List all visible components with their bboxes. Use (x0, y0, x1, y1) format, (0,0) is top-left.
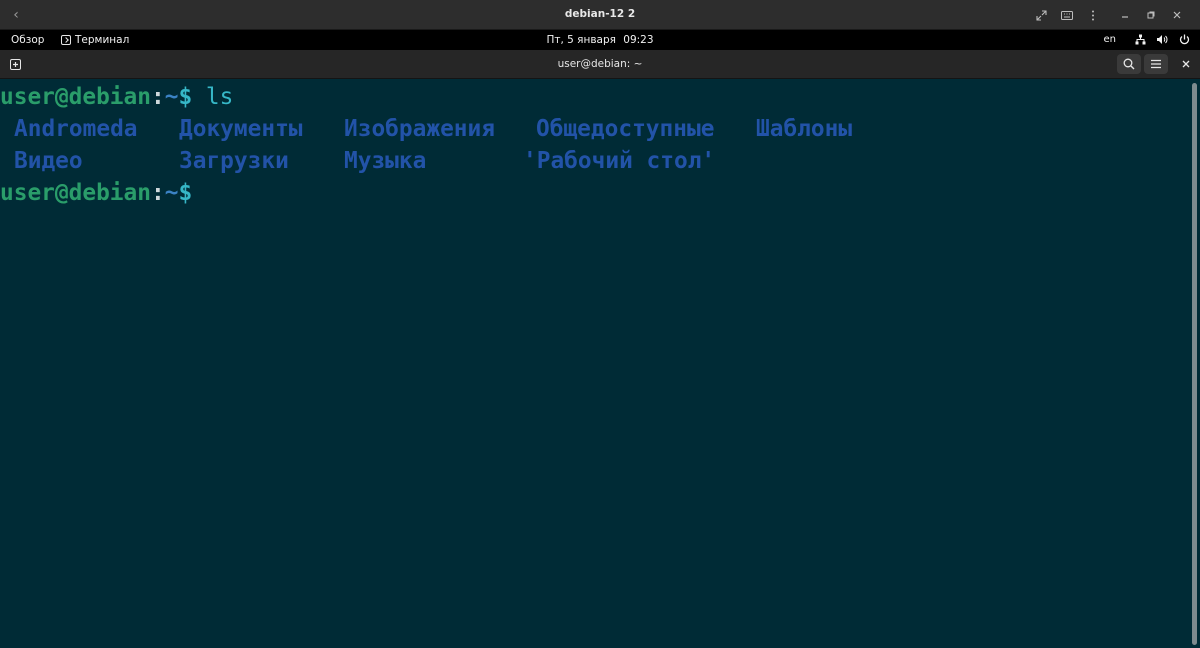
prompt-path: ~ (164, 180, 179, 206)
clock-time: 09:23 (623, 34, 654, 46)
directory-entry: Загрузки (179, 148, 289, 174)
vm-window-controls (1028, 5, 1190, 25)
search-button[interactable] (1117, 54, 1141, 74)
listing-row: Видео Загрузки Музыка 'Рабочий стол' (0, 146, 1200, 176)
prompt-user: user@debian (0, 84, 151, 110)
directory-entry: Изображения (344, 116, 495, 142)
vm-window-title: debian-12 2 (564, 8, 636, 20)
prompt-user: user@debian (0, 180, 151, 206)
listing-row: Andromeda Документы Изображения Общедост… (0, 114, 1200, 144)
directory-entry: 'Рабочий стол' (523, 148, 716, 174)
command-text: ls (192, 84, 234, 110)
prompt-colon: : (150, 180, 165, 206)
hamburger-menu-icon (1151, 59, 1161, 69)
system-tray[interactable]: en (1104, 33, 1191, 45)
directory-entry: Шаблоны (756, 116, 853, 142)
clock[interactable]: Пт, 5 января 09:23 (0, 34, 1200, 46)
network-icon (1134, 33, 1146, 45)
directory-entry: Andromeda (14, 116, 138, 142)
fullscreen-icon[interactable] (1028, 5, 1054, 25)
prompt-dollar: $ (178, 180, 193, 206)
vm-titlebar: ‹ debian-12 2 (0, 0, 1200, 30)
menu-button[interactable] (1144, 54, 1168, 74)
directory-entry: Музыка (344, 148, 427, 174)
prompt-colon: : (150, 84, 165, 110)
terminal-title: user@debian: ~ (557, 58, 643, 70)
restore-icon[interactable] (1138, 5, 1164, 25)
terminal-headerbar: user@debian: ~ (0, 50, 1200, 79)
scrollbar[interactable] (1192, 83, 1197, 645)
minimize-icon[interactable] (1112, 5, 1138, 25)
search-icon (1123, 58, 1135, 70)
prompt-line: user@debian:~$ (0, 178, 192, 208)
terminal-output[interactable]: user@debian:~$ ls Andromeda Документы Из… (0, 80, 1200, 648)
close-icon (1182, 60, 1190, 68)
more-vertical-icon[interactable] (1080, 5, 1106, 25)
prompt-line: user@debian:~$ ls (0, 82, 233, 112)
clock-day: Пт, 5 января (546, 34, 616, 46)
prompt-dollar: $ (178, 84, 193, 110)
keyboard-layout-indicator[interactable]: en (1104, 34, 1117, 45)
directory-entry: Документы (179, 116, 303, 142)
power-icon (1178, 33, 1190, 45)
volume-icon (1156, 33, 1168, 45)
close-icon[interactable] (1164, 5, 1190, 25)
gnome-top-panel: Обзор Терминал Пт, 5 января 09:23 en (0, 30, 1200, 50)
keyboard-icon[interactable] (1054, 5, 1080, 25)
directory-entry: Общедоступные (536, 116, 715, 142)
close-window-button[interactable] (1174, 54, 1198, 74)
directory-entry: Видео (14, 148, 83, 174)
prompt-path: ~ (164, 84, 179, 110)
